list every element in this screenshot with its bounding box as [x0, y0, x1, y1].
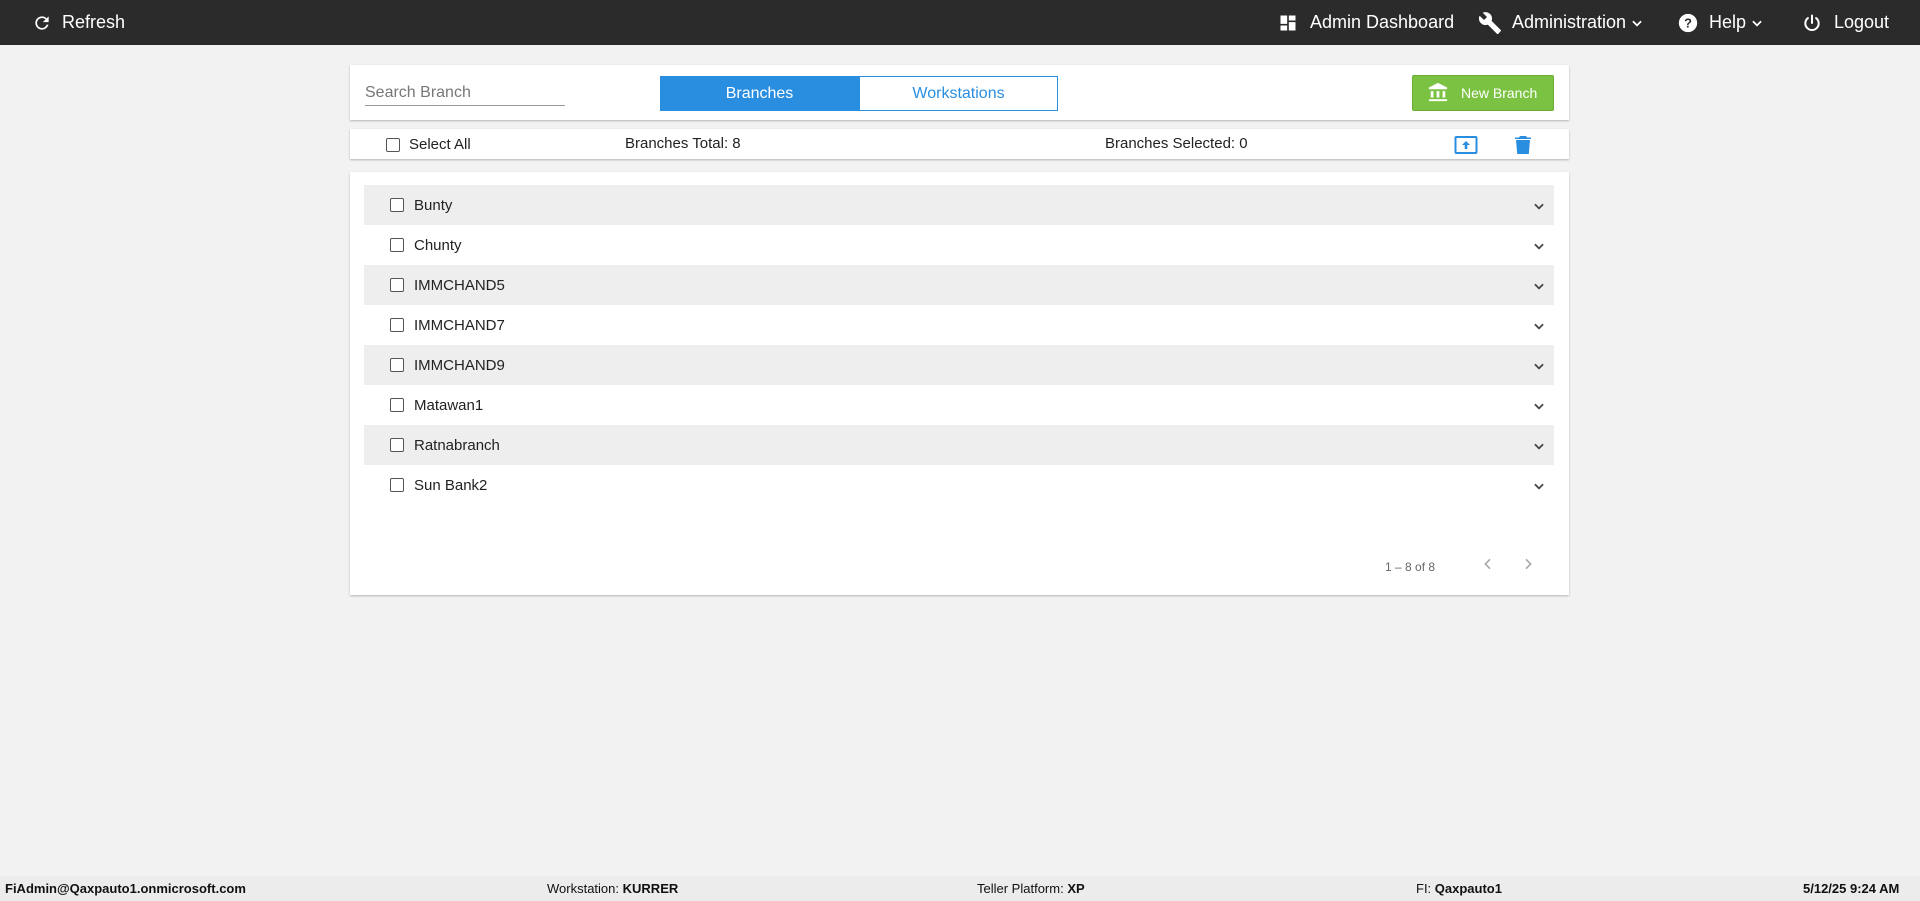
- admin-dashboard-label: Admin Dashboard: [1310, 12, 1455, 32]
- branch-row[interactable]: Bunty: [364, 185, 1554, 225]
- selection-summary-bar: Select All Branches Total: 8 Branches Se…: [350, 129, 1569, 159]
- refresh-icon: [32, 13, 52, 33]
- fi-info: FI: Qaxpauto1: [1416, 881, 1502, 896]
- dashboard-icon: [1278, 13, 1298, 33]
- tab-workstations[interactable]: Workstations: [859, 76, 1058, 111]
- chevron-down-icon[interactable]: [1532, 479, 1546, 497]
- branch-list-card: Bunty Chunty IMMCHAND5 IMMCHAND7 IMMCHAND9 Ma…: [350, 172, 1569, 595]
- branch-name: Sun Bank2: [414, 476, 488, 494]
- admin-dashboard-link[interactable]: Admin Dashboard: [1278, 0, 1454, 45]
- chevron-right-icon[interactable]: [1520, 556, 1536, 577]
- refresh-label: Refresh: [62, 12, 126, 32]
- branch-row[interactable]: Matawan1: [364, 385, 1554, 425]
- svg-text:?: ?: [1684, 15, 1692, 30]
- tab-branches[interactable]: Branches: [660, 76, 859, 111]
- new-branch-label: New Branch: [1461, 85, 1538, 101]
- workstation-info: Workstation: KURRER: [547, 881, 679, 896]
- branch-name: Ratnabranch: [414, 436, 500, 454]
- upload-icon[interactable]: [1454, 135, 1478, 159]
- teller-platform-info: Teller Platform: XP: [977, 881, 1085, 896]
- select-all-label: Select All: [409, 136, 471, 153]
- branch-name: Chunty: [414, 236, 462, 254]
- branch-checkbox[interactable]: [390, 398, 404, 412]
- chevron-left-icon[interactable]: [1480, 556, 1496, 577]
- chevron-down-icon[interactable]: [1532, 199, 1546, 217]
- branch-toolbar-card: Branches Workstations New Branch: [350, 65, 1569, 120]
- help-icon: ?: [1677, 12, 1699, 34]
- branches-selected: Branches Selected: 0: [1105, 135, 1248, 152]
- branch-list: Bunty Chunty IMMCHAND5 IMMCHAND7 IMMCHAND9 Ma…: [364, 185, 1554, 505]
- new-branch-button[interactable]: New Branch: [1412, 75, 1554, 111]
- branch-checkbox[interactable]: [390, 318, 404, 332]
- branch-name: IMMCHAND5: [414, 276, 505, 294]
- datetime: 5/12/25 9:24 AM: [1803, 881, 1900, 896]
- power-icon: [1802, 13, 1822, 33]
- branch-row[interactable]: IMMCHAND9: [364, 345, 1554, 385]
- branch-checkbox[interactable]: [390, 238, 404, 252]
- branch-name: IMMCHAND9: [414, 356, 505, 374]
- user-account: FiAdmin@Qaxpauto1.onmicrosoft.com: [5, 881, 246, 896]
- administration-label: Administration: [1512, 12, 1627, 32]
- select-all-checkbox[interactable]: Select All: [386, 136, 471, 153]
- branch-checkbox[interactable]: [390, 478, 404, 492]
- chevron-down-icon: [1630, 16, 1644, 30]
- chevron-down-icon[interactable]: [1532, 239, 1546, 257]
- chevron-down-icon[interactable]: [1532, 439, 1546, 457]
- branch-name: Bunty: [414, 196, 453, 214]
- refresh-button[interactable]: Refresh: [32, 0, 125, 45]
- branch-name: Matawan1: [414, 396, 484, 414]
- chevron-down-icon[interactable]: [1532, 279, 1546, 297]
- help-menu[interactable]: ? Help: [1677, 0, 1764, 45]
- help-label: Help: [1709, 12, 1747, 32]
- chevron-down-icon: [1750, 16, 1764, 30]
- view-toggle: Branches Workstations: [660, 76, 1058, 111]
- chevron-down-icon[interactable]: [1532, 399, 1546, 417]
- administration-menu[interactable]: Administration: [1478, 0, 1644, 45]
- chevron-down-icon[interactable]: [1532, 359, 1546, 377]
- trash-icon[interactable]: [1514, 135, 1532, 159]
- chevron-down-icon[interactable]: [1532, 319, 1546, 337]
- branch-row[interactable]: Sun Bank2: [364, 465, 1554, 505]
- branch-checkbox[interactable]: [390, 198, 404, 212]
- wrench-icon: [1478, 11, 1502, 35]
- bank-icon: [1413, 82, 1461, 105]
- branch-name: IMMCHAND7: [414, 316, 505, 334]
- branch-row[interactable]: IMMCHAND5: [364, 265, 1554, 305]
- logout-button[interactable]: Logout: [1802, 0, 1889, 45]
- branch-checkbox[interactable]: [390, 438, 404, 452]
- logout-label: Logout: [1834, 12, 1890, 32]
- checkbox[interactable]: [386, 137, 400, 152]
- pagination-range: 1 – 8 of 8: [1385, 560, 1436, 574]
- branch-checkbox[interactable]: [390, 278, 404, 292]
- branch-row[interactable]: Chunty: [364, 225, 1554, 265]
- top-bar: Refresh Admin Dashboard Administration ?…: [0, 0, 1920, 45]
- branch-row[interactable]: Ratnabranch: [364, 425, 1554, 465]
- branch-row[interactable]: IMMCHAND7: [364, 305, 1554, 345]
- status-bar: FiAdmin@Qaxpauto1.onmicrosoft.com Workst…: [0, 876, 1920, 901]
- branches-total: Branches Total: 8: [625, 135, 741, 152]
- branch-checkbox[interactable]: [390, 358, 404, 372]
- search-input[interactable]: [365, 81, 565, 106]
